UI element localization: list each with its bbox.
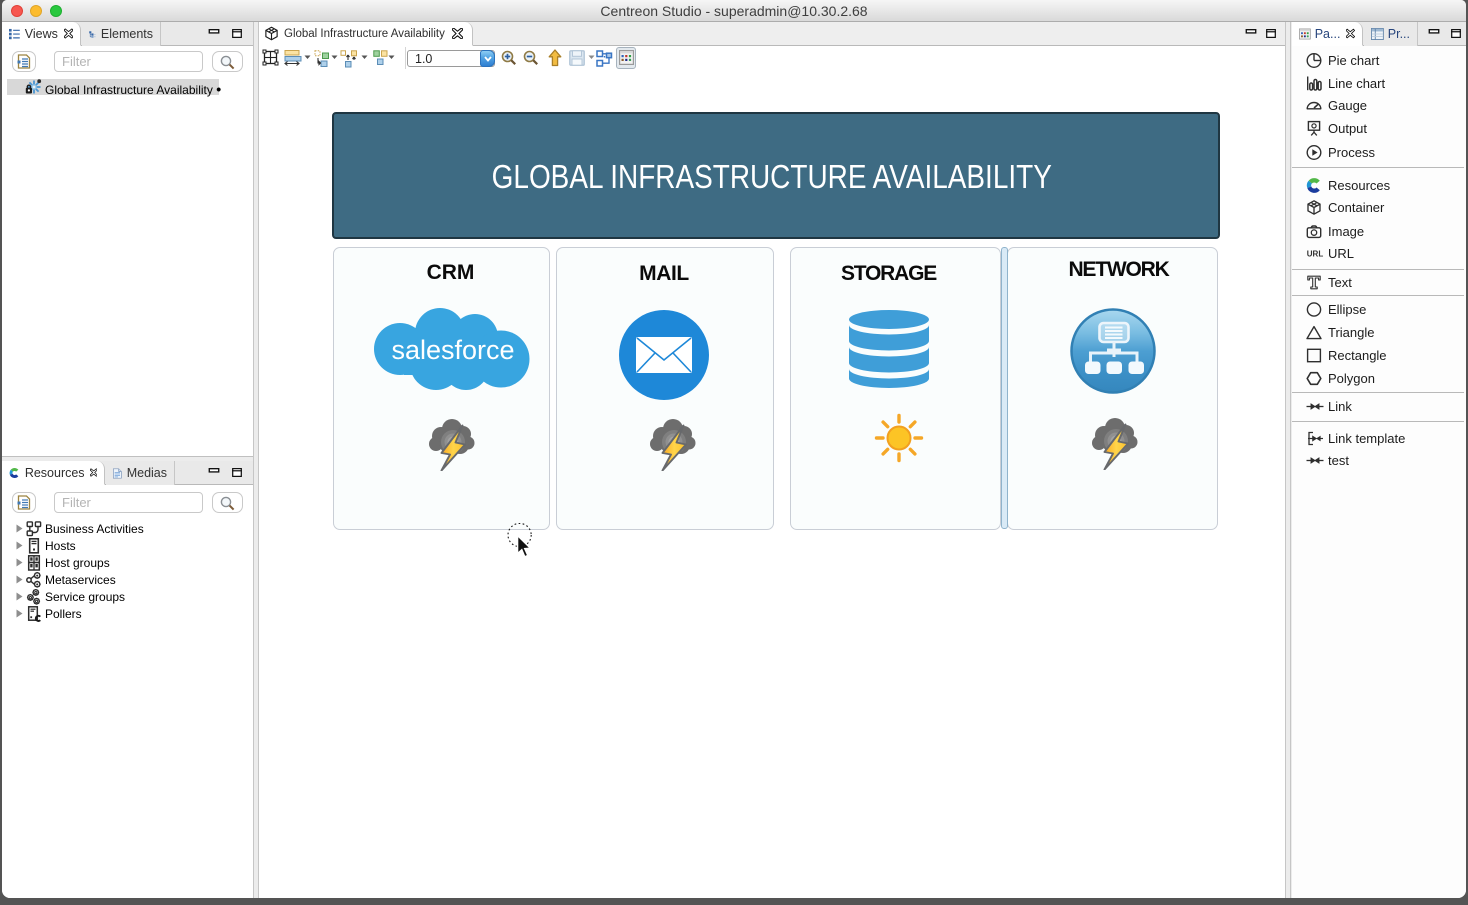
svg-text:URL: URL xyxy=(1307,250,1324,259)
svg-text:salesforce: salesforce xyxy=(391,335,514,365)
